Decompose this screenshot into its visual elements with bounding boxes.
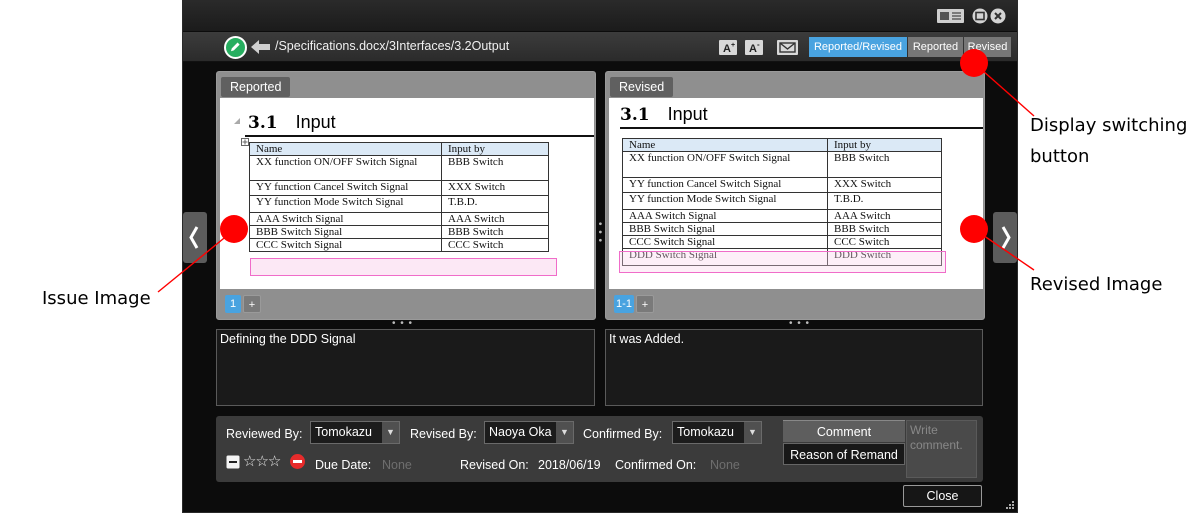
display-switching-line-1: Display switching <box>1030 115 1188 136</box>
revised-image-marker <box>960 215 988 243</box>
display-switching-line-2: button <box>1030 146 1090 167</box>
display-switch-marker <box>960 49 988 77</box>
issue-image-marker <box>220 215 248 243</box>
annotation-leader-lines <box>157 62 1035 293</box>
stage: /Specifications.docx/3Interfaces/3.2Outp… <box>0 0 1200 513</box>
revised-image-callout: Revised Image <box>1030 274 1163 295</box>
issue-image-callout: Issue Image <box>42 288 151 309</box>
display-switching-callout: Display switching button <box>1030 110 1187 172</box>
